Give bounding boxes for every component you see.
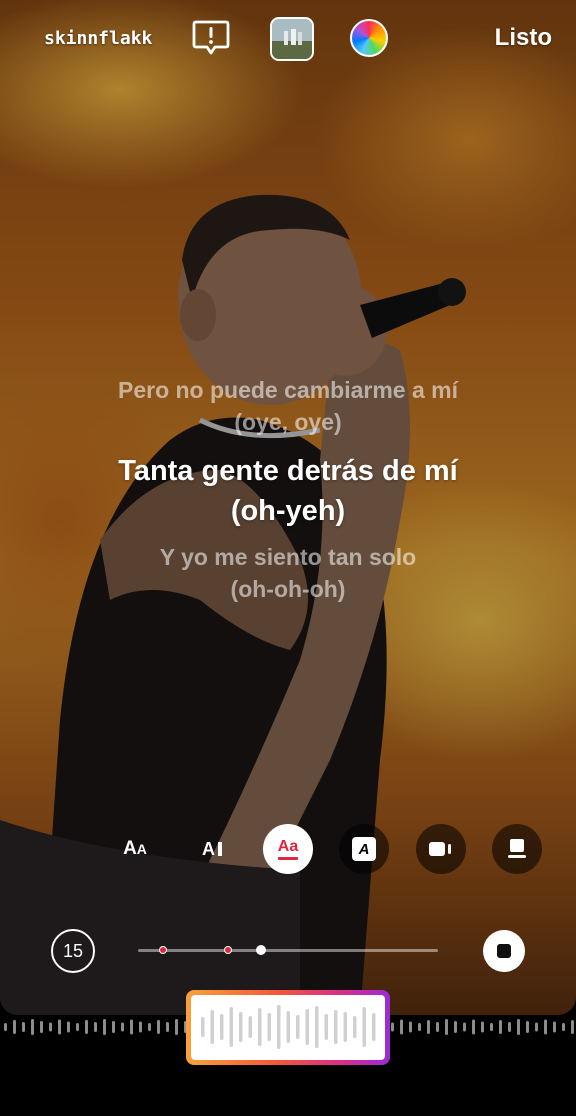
- clip-selector-window: [191, 995, 385, 1060]
- waveform-bar: [148, 1023, 151, 1031]
- waveform-bar: [427, 1020, 430, 1034]
- waveform-bar: [400, 1019, 403, 1035]
- waveform-bar: [391, 1022, 394, 1032]
- waveform-bar: [571, 1020, 574, 1034]
- waveform-bar: [49, 1022, 52, 1032]
- clip-waveform-bar: [296, 1015, 300, 1039]
- waveform-bar: [112, 1021, 115, 1033]
- current-lyric: Tanta gente detrás de mí (oh-yeh): [0, 451, 576, 531]
- waveform-bar: [175, 1019, 178, 1035]
- clip-waveform-bar: [324, 1014, 328, 1040]
- clip-waveform-bar: [220, 1014, 224, 1040]
- playback-track[interactable]: [138, 945, 438, 955]
- text-size-button[interactable]: AA: [110, 824, 160, 874]
- waveform-bar: [562, 1023, 565, 1031]
- playhead[interactable]: [256, 945, 266, 955]
- waveform-bar: [166, 1022, 169, 1032]
- clip-waveform-bar: [210, 1010, 214, 1044]
- waveform-bar: [481, 1021, 484, 1033]
- lyrics-style-button[interactable]: Aa: [263, 824, 313, 874]
- clip-waveform-bar: [229, 1007, 233, 1047]
- clip-waveform-bar: [343, 1012, 347, 1042]
- clip-waveform-bar: [277, 1005, 281, 1049]
- waveform-bar: [85, 1020, 88, 1034]
- waveform-bar: [418, 1023, 421, 1031]
- sticker-card-icon[interactable]: [492, 824, 542, 874]
- top-bar: skinnflakk Listo: [0, 0, 576, 80]
- clip-waveform-bar: [248, 1016, 252, 1038]
- waveform-bar: [436, 1022, 439, 1032]
- duration-selector[interactable]: 15: [51, 929, 95, 973]
- color-wheel-icon[interactable]: [350, 19, 388, 57]
- clip-waveform-bar: [315, 1006, 319, 1048]
- waveform-bar: [517, 1019, 520, 1035]
- waveform-bar: [454, 1021, 457, 1033]
- next-lyric: Y yo me siento tan solo (oh-oh-oh): [0, 541, 576, 605]
- username-label[interactable]: skinnflakk: [44, 28, 152, 49]
- lyrics-style-label: Aa: [277, 837, 299, 855]
- clip-waveform-bar: [239, 1012, 243, 1042]
- text-background-label: A: [352, 837, 376, 861]
- waveform-bar: [76, 1023, 79, 1031]
- waveform-bar: [40, 1021, 43, 1033]
- previous-lyric-line-2: (oye, oye): [234, 409, 342, 435]
- waveform-bar: [139, 1021, 142, 1033]
- waveform-bar: [490, 1023, 493, 1031]
- waveform-bar: [508, 1022, 511, 1032]
- text-background-button[interactable]: A: [339, 824, 389, 874]
- done-button[interactable]: Listo: [495, 24, 552, 52]
- waveform-bar: [58, 1019, 61, 1035]
- video-camera-icon[interactable]: [416, 824, 466, 874]
- clip-waveform-bar: [305, 1009, 309, 1045]
- waveform-bar: [103, 1019, 106, 1035]
- text-case-button[interactable]: A: [187, 824, 237, 874]
- waveform-bar: [31, 1019, 34, 1035]
- waveform-bar: [544, 1019, 547, 1035]
- alert-bubble-icon[interactable]: [191, 18, 231, 58]
- waveform-bar: [463, 1022, 466, 1032]
- waveform-bar: [4, 1023, 7, 1031]
- clip-waveform-bar: [362, 1007, 366, 1047]
- clip-selector[interactable]: [186, 990, 390, 1065]
- album-cover-thumbnail[interactable]: [270, 17, 314, 61]
- next-lyric-line-2: (oh-oh-oh): [230, 576, 346, 602]
- next-lyric-line-1: Y yo me siento tan solo: [159, 544, 417, 570]
- clip-waveform-bar: [258, 1008, 262, 1046]
- clip-waveform: [201, 1005, 376, 1049]
- previous-lyric: Pero no puede cambiarme a mí (oye, oye): [0, 374, 576, 438]
- clip-waveform-bar: [286, 1011, 290, 1043]
- playback-controls: 15: [0, 926, 576, 976]
- waveform-bar: [409, 1021, 412, 1033]
- clip-waveform-bar: [267, 1013, 271, 1041]
- lyric-marker: [158, 946, 167, 954]
- waveform-bar: [526, 1021, 529, 1033]
- stop-button[interactable]: [483, 930, 525, 972]
- waveform-bar: [445, 1019, 448, 1035]
- waveform-bar: [472, 1019, 475, 1035]
- waveform-bar: [157, 1020, 160, 1034]
- clip-waveform-bar: [372, 1013, 376, 1041]
- waveform-bar: [94, 1022, 97, 1032]
- lyric-marker: [224, 946, 232, 954]
- waveform-bar: [67, 1021, 70, 1033]
- waveform-bar: [121, 1022, 124, 1032]
- clip-waveform-bar: [334, 1010, 338, 1044]
- waveform-bar: [130, 1019, 133, 1035]
- lyrics-style-toolbar: AA A Aa A: [0, 824, 576, 874]
- waveform-bar: [22, 1022, 25, 1032]
- current-lyric-line-1: Tanta gente detrás de mí: [118, 455, 458, 487]
- previous-lyric-line-1: Pero no puede cambiarme a mí: [117, 377, 458, 403]
- clip-waveform-bar: [353, 1016, 357, 1038]
- clip-waveform-bar: [201, 1017, 205, 1037]
- waveform-bar: [553, 1021, 556, 1033]
- waveform-bar: [535, 1022, 538, 1032]
- current-lyric-line-2: (oh-yeh): [230, 495, 346, 527]
- waveform-bar: [499, 1020, 502, 1034]
- waveform-bar: [13, 1020, 16, 1034]
- duration-label: 15: [62, 940, 84, 961]
- stop-icon: [497, 944, 511, 958]
